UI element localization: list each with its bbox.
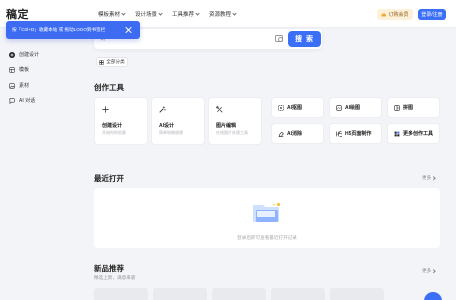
template-icon: [9, 66, 15, 73]
nav-label: 工具推荐: [172, 12, 195, 18]
nav-item-resources[interactable]: 资源教程: [209, 10, 237, 18]
tool-ai-cutout[interactable]: AI抠图: [271, 97, 324, 118]
nav-label: 模板素材: [98, 12, 121, 18]
more-label: 更多: [422, 175, 432, 180]
recent-empty-text: 登录后即可查看最近打开记录: [237, 235, 297, 240]
chevron-right-icon: [431, 269, 436, 273]
tool-label: H5页面制作: [345, 131, 372, 137]
floating-action-button[interactable]: [424, 292, 442, 300]
new-items-subtitle: 精选上新，满意来袭: [94, 275, 136, 280]
new-items-title: 新品推荐: [94, 264, 124, 273]
image-icon: [9, 82, 15, 89]
sidebar-item-assets[interactable]: 素材: [9, 82, 29, 89]
vip-label: 订购会员: [388, 12, 409, 18]
recent-more-link[interactable]: 更多: [422, 175, 436, 181]
more-label: 更多: [422, 268, 432, 273]
nav-label: 设计场景: [135, 12, 158, 18]
search-button[interactable]: 搜 索: [288, 31, 321, 47]
image-edit-icon: [216, 106, 223, 113]
grid-icon: [99, 59, 105, 65]
recent-title: 最近打开: [94, 174, 124, 183]
new-item-card[interactable]: [153, 288, 207, 300]
sidebar-item-label: 模板: [19, 67, 30, 73]
tools-title: 创作工具: [94, 83, 124, 92]
tool-desc: 在线图片处理工具: [216, 130, 248, 135]
crown-icon: [381, 12, 387, 17]
bookmark-toast: 按「Ctrl+D」收藏本站 或 拖动LOGO到书签栏: [6, 21, 140, 39]
sidebar-item-label: 素材: [19, 83, 30, 89]
all-categories-button[interactable]: 全部分类: [96, 57, 128, 67]
tool-label: 更多创作工具: [403, 131, 434, 137]
tool-ai-design[interactable]: AI设计 简单地做规想: [151, 97, 205, 145]
sidebar-item-create[interactable]: 创建设计: [9, 51, 39, 58]
tool-ai-paint[interactable]: AI绘图: [329, 97, 382, 118]
new-item-card[interactable]: [330, 288, 384, 300]
nav-item-templates[interactable]: 模板素材: [98, 10, 126, 18]
sidebar-item-label: AI 对话: [19, 98, 36, 104]
close-icon[interactable]: [124, 26, 132, 34]
chevron-right-icon: [431, 176, 436, 180]
tool-label: AI设计: [159, 123, 175, 129]
h5-icon: [336, 130, 342, 137]
chat-icon: [9, 97, 15, 104]
tool-label: AI绘图: [345, 105, 361, 111]
plus-circle-icon: [9, 51, 15, 58]
login-button[interactable]: 登录/注册: [418, 9, 446, 20]
tool-label: 图片编辑: [216, 123, 237, 129]
tool-desc: 简单地做规想: [159, 130, 183, 135]
tool-desc: 开始你的创意: [102, 130, 126, 135]
chevron-down-icon: [232, 10, 237, 16]
new-items-more-link[interactable]: 更多: [422, 268, 436, 274]
toast-text: 按「Ctrl+D」收藏本站 或 拖动LOGO到书签栏: [12, 27, 106, 32]
sidebar-item-label: 创建设计: [19, 52, 40, 58]
tool-label: AI消除: [287, 131, 303, 137]
main-nav: 模板素材 设计场景 工具推荐 资源教程: [98, 10, 237, 18]
sidebar: 创建设计 模板 素材 AI 对话: [0, 28, 86, 300]
chevron-down-icon: [121, 10, 126, 16]
sidebar-item-ai-chat[interactable]: AI 对话: [9, 97, 35, 104]
plus-icon: [102, 106, 109, 113]
all-categories-label: 全部分类: [106, 59, 125, 64]
tool-h5-page[interactable]: H5页面制作: [329, 123, 382, 144]
empty-folder-icon: [253, 202, 281, 222]
tool-collage[interactable]: 拼图: [387, 97, 440, 118]
tool-image-edit[interactable]: 图片编辑 在线图片处理工具: [208, 97, 262, 145]
chevron-down-icon: [195, 10, 200, 16]
nav-item-tools[interactable]: 工具推荐: [172, 10, 200, 18]
magic-wand-icon: [159, 106, 166, 113]
new-item-card[interactable]: [94, 288, 148, 300]
collage-icon: [394, 104, 400, 111]
chevron-down-icon: [158, 10, 163, 16]
paint-icon: [336, 104, 342, 111]
logo[interactable]: 稿定: [6, 6, 29, 22]
nav-label: 资源教程: [209, 12, 232, 18]
nav-item-scenes[interactable]: 设计场景: [135, 10, 163, 18]
vip-button[interactable]: 订购会员: [377, 9, 413, 20]
tool-more-tools[interactable]: 更多创作工具: [387, 123, 440, 144]
tool-label: AI抠图: [287, 105, 303, 111]
tool-label: 拼图: [403, 105, 414, 111]
camera-icon[interactable]: [275, 35, 283, 42]
tool-ai-erase[interactable]: AI消除: [271, 123, 324, 144]
sidebar-item-templates[interactable]: 模板: [9, 66, 29, 73]
eraser-icon: [278, 131, 284, 137]
tool-create-design[interactable]: 创建设计 开始你的创意: [94, 97, 148, 145]
recent-empty-card: 登录后即可查看最近打开记录: [94, 188, 440, 248]
more-grid-icon: [394, 131, 400, 136]
cutout-icon: [278, 104, 284, 111]
tool-label: 创建设计: [102, 123, 123, 129]
new-item-card[interactable]: [271, 288, 325, 300]
new-item-card[interactable]: [212, 288, 266, 300]
